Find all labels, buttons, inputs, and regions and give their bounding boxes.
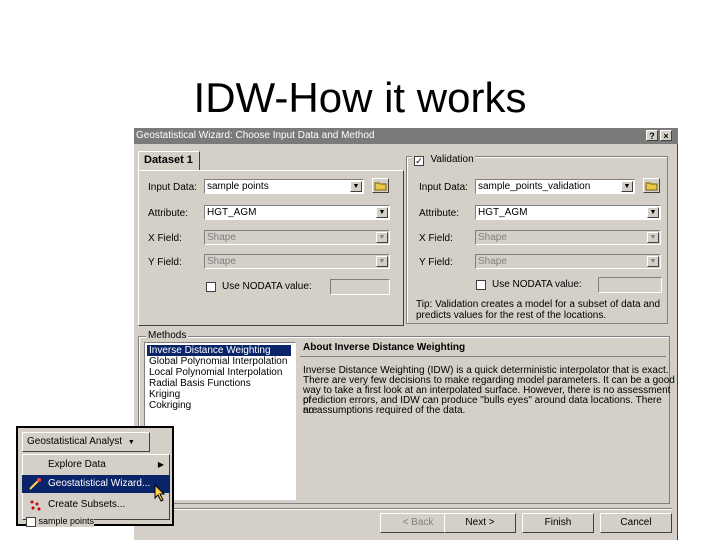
folder-icon	[645, 182, 658, 191]
x-field-value: Shape	[207, 232, 236, 243]
about-line-5: no assumptions required of the data.	[303, 405, 466, 416]
validation-attribute-select[interactable]: HGT_AGM ▼	[475, 205, 661, 220]
y-field-value: Shape	[207, 256, 236, 267]
menu-item-geostatistical-wizard[interactable]: Geostatistical Wizard...	[22, 475, 170, 493]
chevron-down-icon[interactable]: ▼	[376, 256, 388, 267]
layer-checkbox[interactable]	[26, 516, 36, 527]
y-field-select[interactable]: Shape ▼	[204, 254, 390, 269]
menu-item-create-subsets[interactable]: Create Subsets...	[22, 496, 170, 514]
finish-button[interactable]: Finish	[522, 513, 594, 533]
attribute-value: HGT_AGM	[207, 207, 257, 218]
geostatistical-analyst-toolbar-button[interactable]: Geostatistical Analyst ▼	[22, 432, 150, 452]
dialog-titlebar: Geostatistical Wizard: Choose Input Data…	[134, 128, 678, 144]
method-item-idw[interactable]: Inverse Distance Weighting	[147, 345, 291, 356]
nodata-checkbox[interactable]	[206, 282, 216, 292]
menu-item-explore-data[interactable]: Explore Data ▶	[22, 456, 170, 474]
nodata-value-field[interactable]	[330, 279, 390, 295]
validation-y-field-value: Shape	[478, 256, 507, 267]
validation-nodata-checkbox[interactable]	[476, 280, 486, 290]
wizard-icon	[29, 478, 41, 490]
dialog-title: Geostatistical Wizard: Choose Input Data…	[136, 130, 375, 141]
about-divider	[300, 356, 666, 357]
validation-nodata-value-field[interactable]	[598, 277, 662, 293]
chevron-down-icon[interactable]: ▼	[647, 256, 659, 267]
attribute-select[interactable]: HGT_AGM ▼	[204, 205, 390, 220]
validation-tip-line2: predicts values for the rest of the loca…	[416, 310, 607, 321]
validation-checkbox[interactable]: ✓	[414, 156, 424, 166]
validation-x-field-value: Shape	[478, 232, 507, 243]
browse-folder-button[interactable]	[372, 178, 389, 193]
x-field-select[interactable]: Shape ▼	[204, 230, 390, 245]
method-item-local-polynomial[interactable]: Local Polynomial Interpolation	[147, 367, 282, 378]
validation-x-field-select[interactable]: Shape ▼	[475, 230, 661, 245]
validation-attribute-label: Attribute:	[419, 208, 460, 219]
nodata-label: Use NODATA value:	[222, 281, 312, 292]
help-button[interactable]: ?	[646, 130, 658, 141]
chevron-down-icon[interactable]: ▼	[621, 181, 633, 192]
validation-browse-button[interactable]	[643, 178, 660, 193]
validation-tip-line1: Tip: Validation creates a model for a su…	[416, 299, 661, 310]
validation-x-field-label: X Field:	[419, 233, 453, 244]
chevron-down-icon[interactable]: ▼	[647, 232, 659, 243]
about-method-title: About Inverse Distance Weighting	[303, 342, 466, 353]
submenu-arrow-icon: ▶	[157, 460, 164, 469]
validation-attribute-value: HGT_AGM	[478, 207, 528, 218]
close-button[interactable]: ×	[660, 130, 672, 141]
geostatistical-analyst-menu-callout: Geostatistical Analyst ▼ Explore Data ▶ …	[16, 426, 174, 527]
menu-item-label: Explore Data	[48, 459, 106, 470]
cancel-button[interactable]: Cancel	[600, 513, 672, 533]
menu-item-label: Create Subsets...	[48, 499, 126, 510]
input-data-value: sample points	[207, 181, 269, 192]
validation-nodata-label: Use NODATA value:	[492, 279, 582, 290]
attribute-label: Attribute:	[148, 208, 189, 219]
next-button[interactable]: Next >	[444, 513, 516, 533]
method-item-cokriging[interactable]: Cokriging	[147, 400, 191, 411]
input-data-label: Input Data:	[148, 182, 197, 193]
button-separator	[138, 508, 672, 510]
validation-input-select[interactable]: sample_points_validation ▼	[475, 179, 635, 194]
subsets-icon	[30, 500, 41, 511]
chevron-down-icon: ▼	[127, 439, 135, 446]
geostatistical-wizard-dialog: Geostatistical Wizard: Choose Input Data…	[134, 128, 678, 540]
method-item-radial-basis[interactable]: Radial Basis Functions	[147, 378, 251, 389]
mouse-cursor-icon	[154, 484, 166, 502]
validation-label: Validation	[430, 154, 474, 165]
y-field-label: Y Field:	[148, 257, 182, 268]
validation-input-value: sample_points_validation	[478, 181, 591, 192]
methods-label: Methods	[146, 330, 189, 341]
slide-title: IDW-How it works	[193, 74, 527, 121]
layer-label: sample points	[38, 516, 95, 526]
toolbar-label: Geostatistical Analyst	[27, 436, 123, 447]
x-field-label: X Field:	[148, 233, 182, 244]
chevron-down-icon[interactable]: ▼	[350, 181, 362, 192]
method-item-global-polynomial[interactable]: Global Polynomial Interpolation	[147, 356, 287, 367]
validation-y-field-select[interactable]: Shape ▼	[475, 254, 661, 269]
chevron-down-icon[interactable]: ▼	[376, 207, 388, 218]
layer-row: sample points	[26, 516, 95, 527]
validation-input-label: Input Data:	[419, 182, 468, 193]
validation-header: ✓ Validation	[412, 150, 475, 166]
tab-dataset-1[interactable]: Dataset 1	[138, 151, 200, 171]
folder-icon	[374, 182, 387, 191]
input-data-select[interactable]: sample points ▼	[204, 179, 364, 194]
chevron-down-icon[interactable]: ▼	[376, 232, 388, 243]
validation-y-field-label: Y Field:	[419, 257, 453, 268]
method-item-kriging[interactable]: Kriging	[147, 389, 180, 400]
menu-item-label: Geostatistical Wizard...	[48, 478, 151, 489]
chevron-down-icon[interactable]: ▼	[647, 207, 659, 218]
